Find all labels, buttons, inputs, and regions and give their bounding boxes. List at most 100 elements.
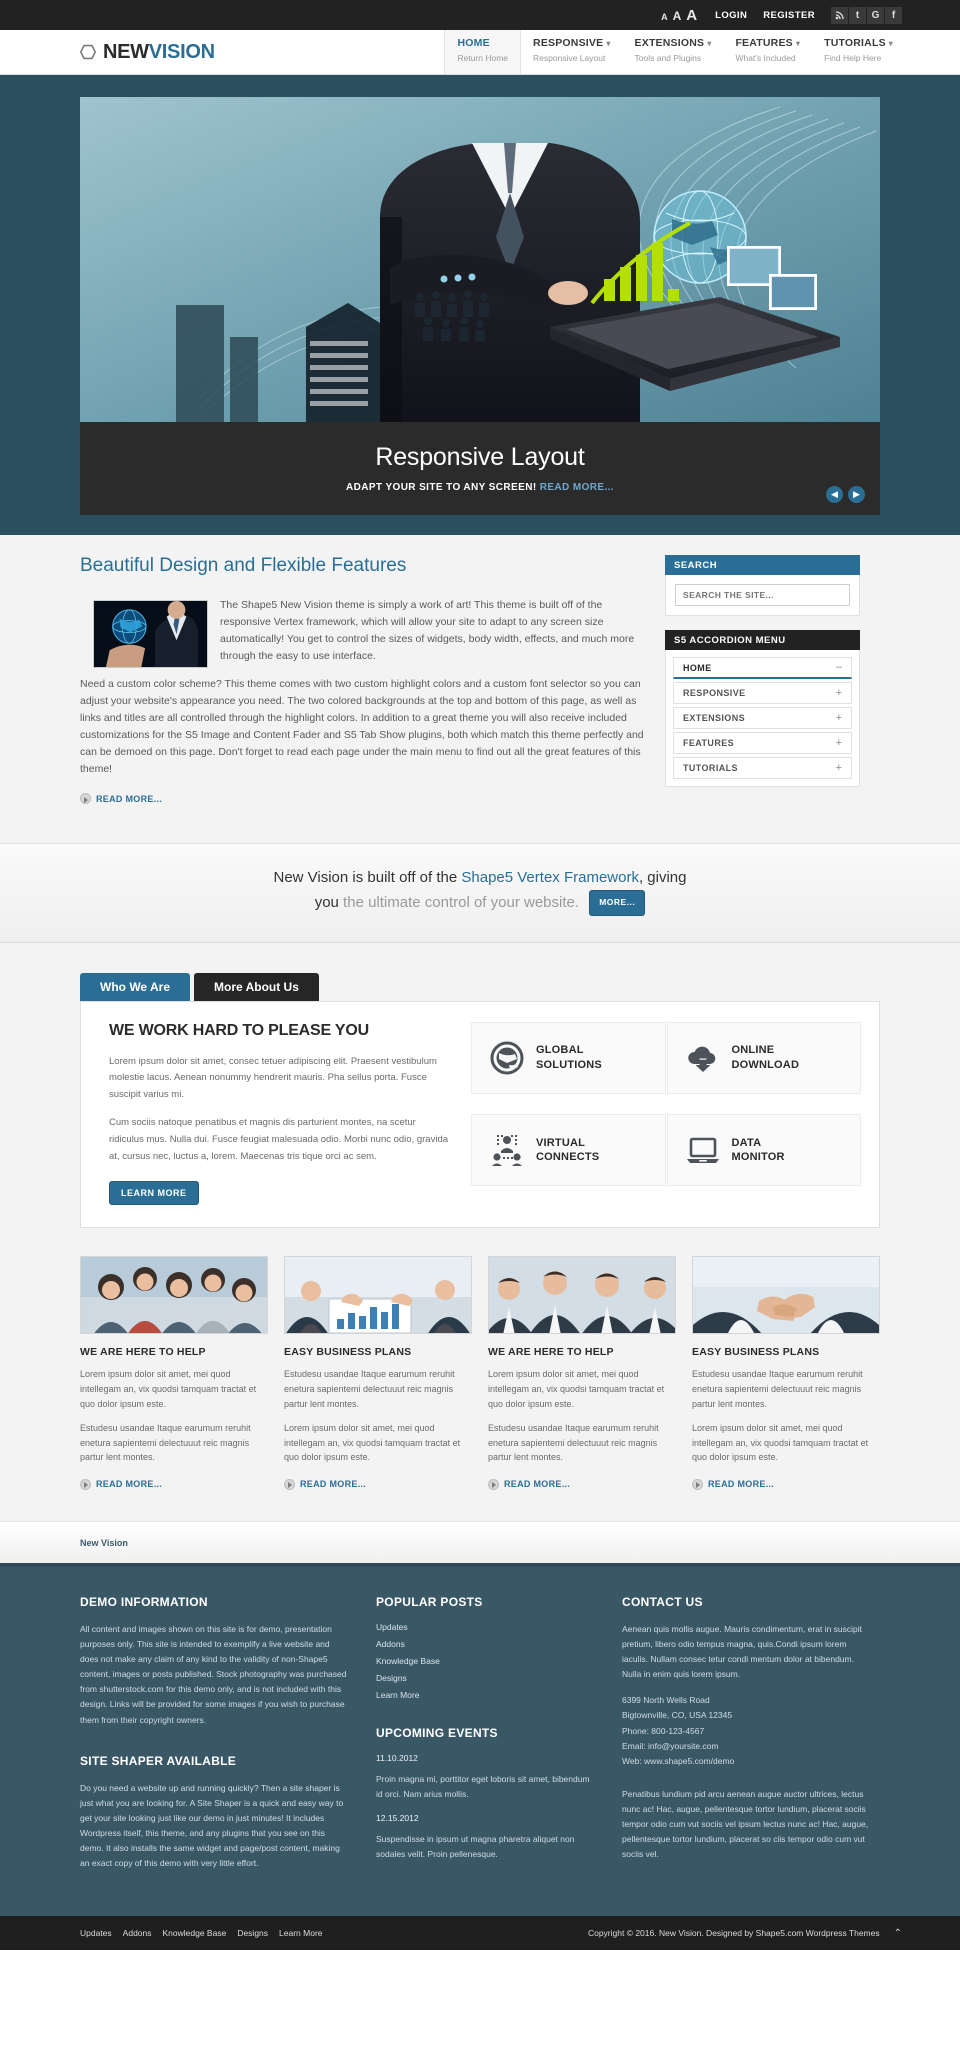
business-team-photo — [489, 1257, 675, 1334]
breadcrumb[interactable]: New Vision — [80, 1538, 128, 1548]
font-size-small-button[interactable]: A — [661, 12, 668, 22]
blog-paragraph-2: Estudesu usandae Itaque earumum reruhit … — [488, 1423, 659, 1463]
footer-popular-title: POPULAR POSTS — [376, 1594, 483, 1609]
blog-paragraph-2: Lorem ipsum dolor sit amet, mei quod int… — [692, 1423, 869, 1463]
bottom-link-updates[interactable]: Updates — [80, 1928, 112, 1938]
search-input[interactable] — [675, 584, 850, 606]
blog-read-more-link[interactable]: READ MORE... — [488, 1478, 570, 1490]
font-size-controls[interactable]: A A A — [661, 8, 697, 23]
meeting-chart-photo — [285, 1257, 471, 1334]
nav-item-extensions[interactable]: EXTENSIONS ▾ Tools and Plugins — [623, 30, 724, 74]
accordion-item-features[interactable]: FEATURES + — [673, 732, 852, 754]
bottom-link-knowledge-base[interactable]: Knowledge Base — [163, 1928, 227, 1938]
tab-who-we-are[interactable]: Who We Are — [80, 972, 191, 1001]
facebook-icon[interactable]: f — [885, 6, 902, 24]
more-button[interactable]: MORE... — [589, 890, 646, 916]
blog-read-more-link[interactable]: READ MORE... — [692, 1478, 775, 1490]
slider-next-button[interactable]: ▶ — [848, 486, 865, 503]
footer-popular-link-updates[interactable]: Updates — [376, 1622, 596, 1632]
feature-box-data-monitor[interactable]: DATA MONITOR — [666, 1113, 861, 1186]
blog-read-more-link[interactable]: READ MORE... — [80, 1478, 163, 1490]
blog-thumbnail[interactable] — [488, 1256, 676, 1335]
slide-read-more-link[interactable]: READ MORE... — [540, 482, 614, 493]
accordion-item-responsive[interactable]: RESPONSIVE + — [673, 682, 852, 704]
footer-demo-title: DEMO INFORMATION — [80, 1594, 208, 1609]
slide-title: Responsive Layout — [375, 443, 585, 471]
blog-paragraph-2: Estudesu usandae Itaque earumum reruhit … — [80, 1423, 251, 1463]
nav-label-text: EXTENSIONS — [634, 37, 705, 49]
scroll-to-top-icon[interactable]: ⌃ — [894, 1928, 902, 1939]
nav-item-responsive[interactable]: RESPONSIVE ▾ Responsive Layout — [521, 30, 623, 74]
hexagon-icon — [80, 44, 96, 60]
nav-item-tutorials[interactable]: TUTORIALS ▾ Find Help Here — [812, 30, 905, 74]
vertex-framework-link[interactable]: Shape5 Vertex Framework — [461, 869, 639, 886]
tab-more-about-us[interactable]: More About Us — [194, 972, 319, 1001]
accordion-item-label: TUTORIALS — [683, 763, 738, 773]
blog-thumbnail[interactable] — [80, 1256, 268, 1335]
footer-event-text-2: Suspendisse in ipsum ut magna pharetra a… — [376, 1834, 575, 1860]
chevron-down-icon: ▾ — [795, 39, 801, 48]
logo-text: NEWVISION — [103, 41, 215, 64]
social-links: t G f — [831, 6, 902, 24]
accordion-item-extensions[interactable]: EXTENSIONS + — [673, 707, 852, 729]
font-size-large-button[interactable]: A — [686, 8, 697, 23]
highlight-band: New Vision is built off of the Shape5 Ve… — [0, 843, 960, 943]
blog-thumbnail[interactable] — [284, 1256, 472, 1335]
logo-text-vision: VISION — [148, 40, 215, 63]
font-size-medium-button[interactable]: A — [673, 10, 682, 22]
search-module: SEARCH — [665, 555, 860, 616]
nav-label: TUTORIALS ▾ — [824, 37, 893, 49]
chevron-down-icon: ▾ — [606, 39, 611, 48]
address-web[interactable]: Web: www.shape5.com/demo — [622, 1756, 734, 1766]
login-link[interactable]: LOGIN — [715, 10, 747, 21]
footer-popular-link-addons[interactable]: Addons — [376, 1639, 596, 1649]
nav-label-text: FEATURES — [735, 37, 793, 49]
accordion-menu-module: S5 ACCORDION MENU HOME – RESPONSIVE + EX… — [665, 630, 860, 787]
sidebar: SEARCH S5 ACCORDION MENU HOME – RESPONSI… — [665, 555, 860, 809]
read-more-label: READ MORE... — [96, 1479, 163, 1490]
register-link[interactable]: REGISTER — [763, 10, 815, 21]
feature-box-online-download[interactable]: ONLINE DOWNLOAD — [666, 1021, 861, 1094]
accordion-item-home[interactable]: HOME – — [673, 657, 852, 679]
feature-label-line1: VIRTUAL — [536, 1136, 586, 1149]
feature-label-line2: SOLUTIONS — [536, 1058, 602, 1071]
hero-slider-section: Responsive Layout ADAPT YOUR SITE TO ANY… — [0, 75, 960, 535]
site-logo[interactable]: NEWVISION — [0, 30, 215, 74]
blog-column: WE ARE HERE TO HELP Lorem ipsum dolor si… — [80, 1256, 268, 1494]
footer-column-posts: POPULAR POSTS Updates Addons Knowledge B… — [376, 1595, 596, 1883]
twitter-icon[interactable]: t — [849, 6, 866, 24]
bottom-bar-links: Updates Addons Knowledge Base Designs Le… — [80, 1928, 323, 1938]
intro-read-more-link[interactable]: READ MORE... — [80, 793, 162, 804]
blog-thumbnail[interactable] — [692, 1256, 880, 1335]
bottom-bar-right: Copyright © 2016. New Vision. Designed b… — [588, 1928, 902, 1939]
slider-prev-button[interactable]: ◀ — [826, 486, 843, 503]
accordion-item-tutorials[interactable]: TUTORIALS + — [673, 757, 852, 779]
feature-box-global-solutions[interactable]: GLOBAL SOLUTIONS — [471, 1021, 666, 1094]
bottom-bar: Updates Addons Knowledge Base Designs Le… — [0, 1916, 960, 1951]
read-more-label: READ MORE... — [708, 1479, 775, 1490]
rss-icon[interactable] — [831, 6, 848, 24]
nav-sublabel: What's Included — [735, 53, 796, 63]
feature-box-virtual-connects[interactable]: VIRTUAL CONNECTS — [471, 1113, 666, 1186]
search-module-title: SEARCH — [665, 555, 860, 575]
search-module-body — [665, 575, 860, 616]
bottom-link-addons[interactable]: Addons — [123, 1928, 152, 1938]
feature-label-line1: GLOBAL — [536, 1044, 584, 1057]
nav-item-home[interactable]: HOME Return Home — [444, 30, 522, 74]
chevron-down-icon: ▾ — [888, 39, 893, 48]
footer-popular-link-learn-more[interactable]: Learn More — [376, 1690, 596, 1700]
footer-popular-link-knowledge-base[interactable]: Knowledge Base — [376, 1656, 596, 1666]
nav-sublabel: Tools and Plugins — [634, 53, 702, 63]
footer-shaper-text: Do you need a website up and running qui… — [80, 1782, 344, 1869]
footer-demo-text: All content and images shown on this sit… — [80, 1623, 347, 1725]
address-email[interactable]: Email: info@yoursite.com — [622, 1741, 719, 1751]
learn-more-button[interactable]: LEARN MORE — [109, 1181, 199, 1206]
nav-item-features[interactable]: FEATURES ▾ What's Included — [723, 30, 812, 74]
bottom-link-learn-more[interactable]: Learn More — [279, 1928, 322, 1938]
blog-read-more-link[interactable]: READ MORE... — [284, 1478, 366, 1490]
footer-popular-link-designs[interactable]: Designs — [376, 1673, 596, 1683]
google-icon[interactable]: G — [867, 6, 884, 24]
blog-title: EASY BUSINESS PLANS — [692, 1346, 820, 1359]
bottom-link-designs[interactable]: Designs — [237, 1928, 268, 1938]
feature-box-label: ONLINE DOWNLOAD — [732, 1043, 800, 1072]
